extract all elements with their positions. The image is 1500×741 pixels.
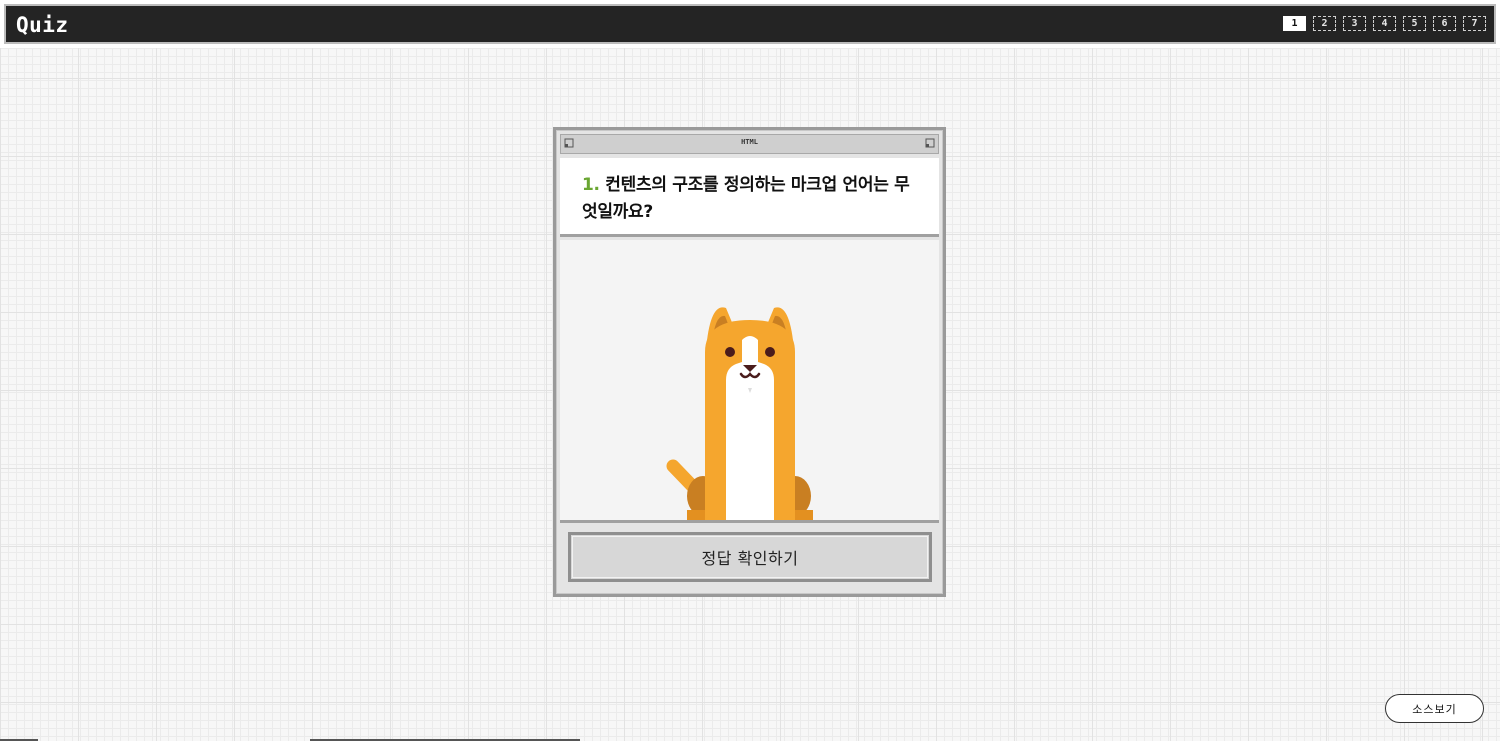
question-body: 컨텐츠의 구조를 정의하는 마크업 언어는 무엇일까요? [582, 175, 910, 222]
card-label: HTML [741, 138, 758, 146]
question-text: 1. 컨텐츠의 구조를 정의하는 마크업 언어는 무엇일까요? [582, 172, 917, 226]
question-box: 1. 컨텐츠의 구조를 정의하는 마크업 언어는 무엇일까요? [560, 158, 939, 237]
page-button-4[interactable]: 4 [1373, 16, 1396, 31]
card-titlebar: HTML [560, 134, 939, 154]
dog-illustration [666, 307, 813, 520]
question-number: 1. [582, 175, 600, 195]
page-button-1[interactable]: 1 [1283, 16, 1306, 31]
illustration-area [560, 240, 939, 520]
app-title: Quiz [16, 13, 69, 37]
page-button-5[interactable]: 5 [1403, 16, 1426, 31]
page-button-2[interactable]: 2 [1313, 16, 1336, 31]
check-answer-button[interactable]: 정답 확인하기 [568, 532, 932, 582]
question-pager: 1 2 3 4 5 6 7 [1283, 16, 1486, 31]
quiz-card-frame: HTML 1. 컨텐츠의 구조를 정의하는 마크업 언어는 무엇일까요? 정답 … [556, 130, 943, 594]
page-button-6[interactable]: 6 [1433, 16, 1456, 31]
page-button-7[interactable]: 7 [1463, 16, 1486, 31]
view-source-button[interactable]: 소스보기 [1385, 694, 1484, 723]
top-bar-inner: Quiz 1 2 3 4 5 6 7 [4, 4, 1496, 44]
window-corner-icon [925, 138, 935, 148]
quiz-card: HTML 1. 컨텐츠의 구조를 정의하는 마크업 언어는 무엇일까요? 정답 … [553, 127, 946, 597]
page-button-3[interactable]: 3 [1343, 16, 1366, 31]
top-bar: Quiz 1 2 3 4 5 6 7 [0, 0, 1500, 48]
action-area: 정답 확인하기 [560, 520, 939, 590]
